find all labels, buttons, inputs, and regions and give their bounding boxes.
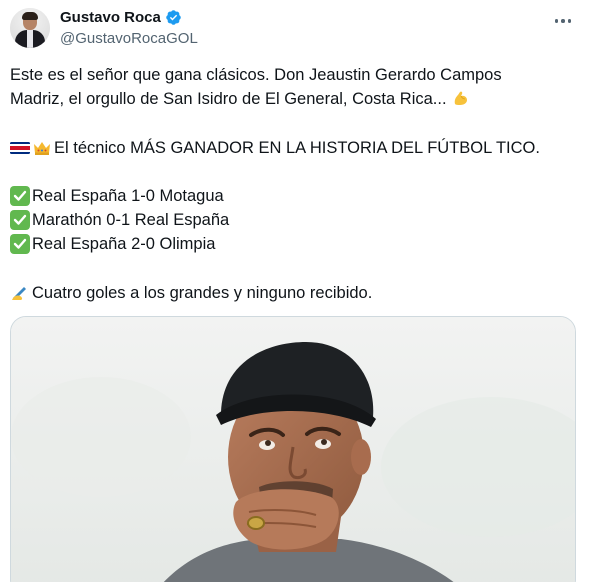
verified-badge-icon (166, 10, 181, 25)
tweet-text-paragraph-4: Cuatro goles a los grandes y ninguno rec… (10, 281, 580, 305)
author-name[interactable]: Gustavo Roca (60, 9, 161, 26)
tweet-line-3: El técnico MÁS GANADOR EN LA HISTORIA DE… (54, 139, 540, 157)
results-list: Real España 1-0 Motagua Marathón 0-1 Rea… (10, 184, 580, 256)
result-text: Real España 2-0 Olimpia (32, 235, 216, 253)
tweet-line-7: Cuatro goles a los grandes y ninguno rec… (32, 284, 373, 302)
author-handle[interactable]: @GustavoRocaGOL (60, 30, 198, 47)
writing-hand-icon (12, 287, 26, 300)
photo-man-looking-up-cap-icon (11, 317, 575, 582)
author-name-row: Gustavo Roca (60, 9, 182, 26)
tweet-card[interactable]: Gustavo Roca @GustavoRocaGOL Este es el … (0, 0, 594, 582)
flexed-biceps-icon (454, 91, 467, 105)
more-dots-icon (554, 19, 559, 23)
check-mark-icon (10, 234, 30, 254)
tweet-line-1: Este es el señor que gana clásicos. Don … (10, 66, 502, 84)
check-mark-icon (10, 186, 30, 206)
avatar[interactable] (10, 8, 50, 48)
tweet-media-photo[interactable] (10, 316, 576, 582)
tweet-line-2: Madriz, el orgullo de San Isidro de El G… (10, 90, 447, 108)
result-item: Real España 1-0 Motagua (10, 184, 580, 208)
tweet-text-paragraph-2: El técnico MÁS GANADOR EN LA HISTORIA DE… (10, 136, 580, 160)
more-options-button[interactable] (552, 10, 574, 32)
result-item: Real España 2-0 Olimpia (10, 232, 580, 256)
result-item: Marathón 0-1 Real España (10, 208, 580, 232)
check-mark-icon (10, 210, 30, 230)
result-text: Real España 1-0 Motagua (32, 187, 224, 205)
flag-costa-rica-icon (10, 142, 30, 154)
result-text: Marathón 0-1 Real España (32, 211, 230, 229)
tweet-text-paragraph-1: Este es el señor que gana clásicos. Don … (10, 63, 580, 111)
crown-icon (34, 142, 50, 155)
